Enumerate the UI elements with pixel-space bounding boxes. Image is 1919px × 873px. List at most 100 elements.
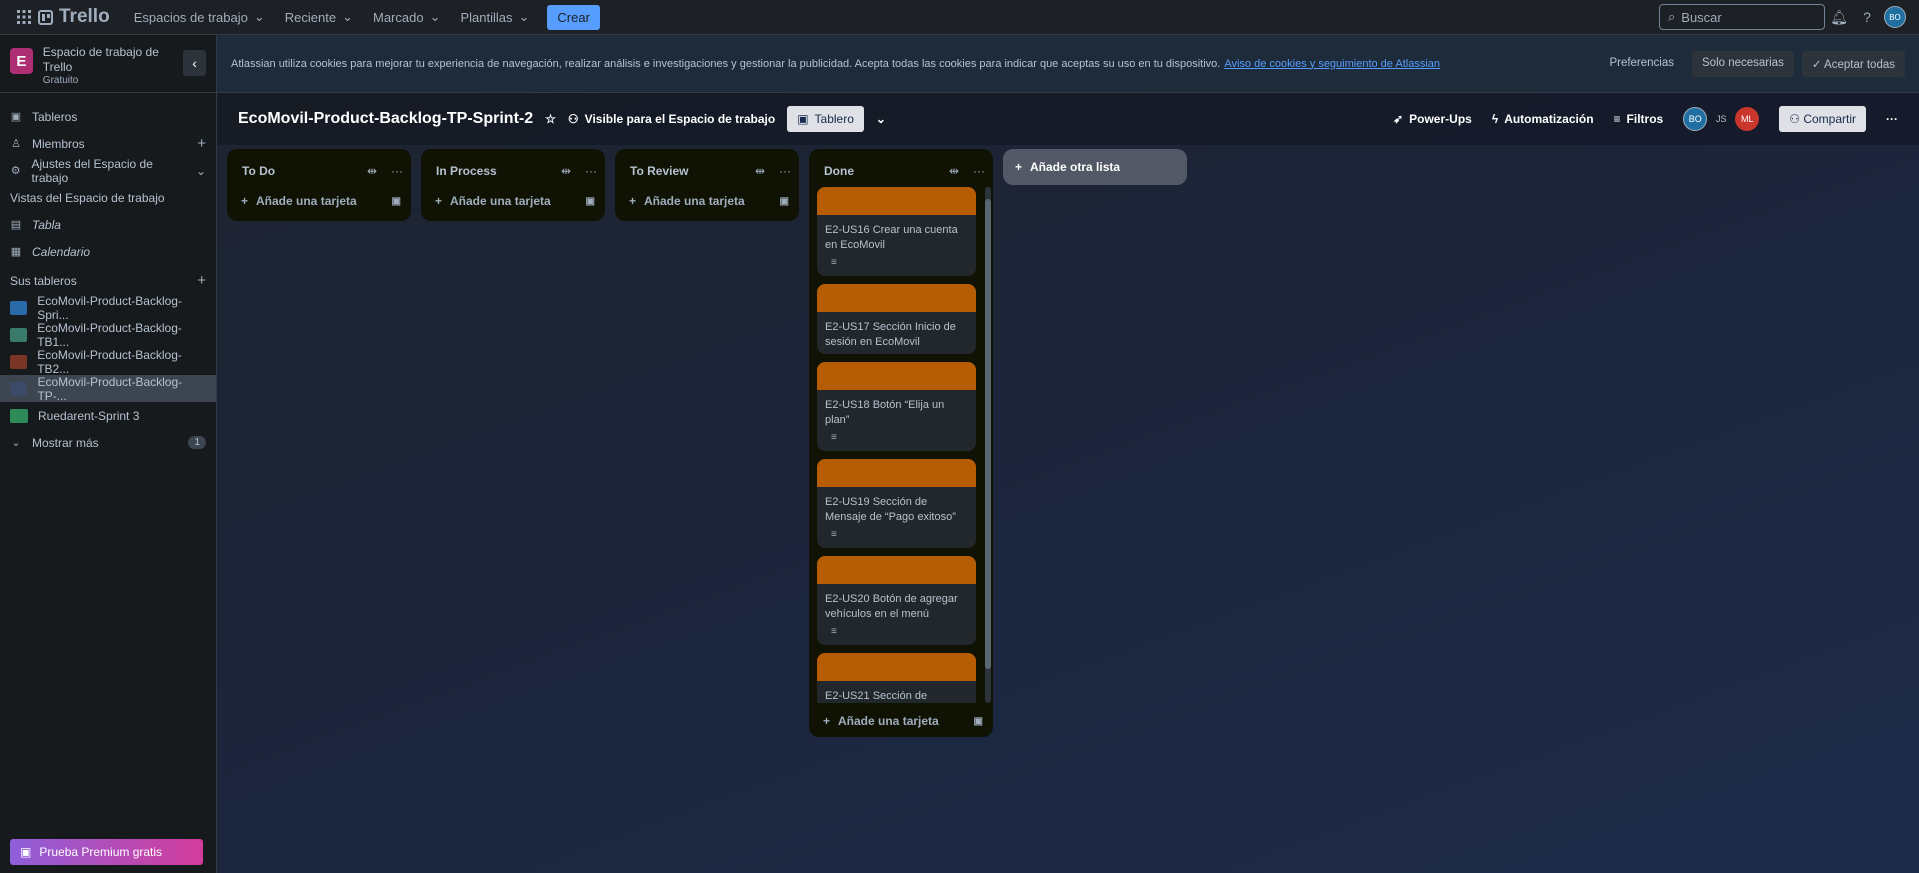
cookie-preferences-button[interactable]: Preferencias (1599, 51, 1684, 77)
cookie-text: Atlassian utiliza cookies para mejorar t… (231, 57, 1221, 70)
collapse-list-icon[interactable]: ⇹ (949, 164, 959, 178)
share-button[interactable]: ⚇ Compartir (1779, 106, 1866, 132)
trello-logo-icon (38, 9, 53, 25)
app-switcher-icon[interactable] (10, 3, 38, 31)
member-avatar[interactable]: ML (1735, 107, 1760, 131)
people-icon: ⚇ (567, 112, 579, 126)
filters-button[interactable]: ≡ Filtros (1614, 112, 1664, 126)
menu-workspaces[interactable]: Espacios de trabajo ⌄ (124, 4, 275, 30)
gear-icon: ⚙ (10, 165, 21, 177)
board-header: EcoMovil-Product-Backlog-TP-Sprint-2 ☆ ⚇… (217, 93, 1919, 145)
search-input[interactable]: ⌕ Buscar (1659, 4, 1825, 30)
visibility-button[interactable]: ⚇ Visible para el Espacio de trabajo (568, 112, 775, 126)
cookie-banner: Atlassian utiliza cookies para mejorar t… (217, 35, 1919, 93)
collapse-sidebar-button[interactable]: ‹ (183, 50, 207, 76)
card[interactable]: E2-US19 Sección de Mensaje de “Pago exit… (817, 459, 976, 548)
collapse-list-icon[interactable]: ⇹ (755, 164, 765, 178)
plus-icon: + (241, 194, 249, 208)
sidebar-board-item[interactable]: EcoMovil-Product-Backlog-Spri... (0, 294, 216, 322)
board-title[interactable]: EcoMovil-Product-Backlog-TP-Sprint-2 (238, 110, 533, 128)
sidebar-board-item[interactable]: EcoMovil-Product-Backlog-TB1... (0, 321, 216, 349)
sidebar-item-table[interactable]: ▤ Tabla (0, 211, 216, 238)
card-title: E2-US16 Crear una cuenta en EcoMovil (825, 224, 958, 251)
cookie-policy-link[interactable]: Aviso de cookies y seguimiento de Atlass… (1224, 58, 1440, 70)
card[interactable]: E2-US18 Botón “Elija un plan” ≡ (817, 362, 976, 451)
list-done: Done ⇹ ··· E2-US16 Crear una cuenta en Ec… (809, 149, 993, 737)
more-horizontal-icon: ··· (1886, 112, 1898, 126)
card-cover (817, 187, 976, 215)
workspace-logo: E (10, 48, 33, 74)
filter-icon: ≡ (1613, 112, 1621, 126)
sidebar-board-item-active[interactable]: EcoMovil-Product-Backlog-TP-... (0, 375, 216, 403)
member-avatar[interactable]: BO (1683, 107, 1708, 131)
list-header[interactable]: Done ⇹ ··· (809, 155, 993, 187)
cookie-necessary-button[interactable]: Solo necesarias (1692, 50, 1794, 77)
list-header[interactable]: To Review ⇹ ··· (615, 155, 799, 187)
list-scrollbar[interactable] (985, 187, 991, 703)
list-menu-icon[interactable]: ··· (585, 164, 597, 178)
star-button[interactable]: ☆ (545, 112, 556, 126)
sidebar-board-item[interactable]: EcoMovil-Product-Backlog-TB2... (0, 348, 216, 376)
notifications-bell-icon[interactable]: 🔔︎ (1825, 3, 1853, 31)
template-icon[interactable]: ▣ (392, 196, 401, 207)
views-dropdown[interactable]: ⌄ (876, 112, 886, 126)
card[interactable]: E2-US20 Botón de agregar vehículos en el… (817, 556, 976, 645)
automation-button[interactable]: ϟ Automatización (1492, 112, 1594, 126)
sidebar-board-item[interactable]: Ruedarent-Sprint 3 (0, 402, 216, 429)
list-menu-icon[interactable]: ··· (779, 164, 791, 178)
add-card-button[interactable]: + Añade una tarjeta ▣ (227, 187, 411, 215)
member-avatar[interactable]: JS (1709, 107, 1733, 131)
add-member-icon[interactable]: + (197, 135, 206, 152)
board-menu-button[interactable]: ··· (1886, 112, 1898, 126)
add-list-button[interactable]: + Añade otra lista (1003, 149, 1187, 185)
collapse-list-icon[interactable]: ⇹ (561, 164, 571, 178)
menu-templates[interactable]: Plantillas ⌄ (450, 4, 539, 30)
card[interactable]: E2-US17 Sección Inicio de sesión en EcoM… (817, 284, 976, 354)
card-title: E2-US19 Sección de Mensaje de “Pago exit… (825, 496, 956, 523)
cookie-accept-button[interactable]: ✓ Aceptar todas (1801, 50, 1905, 77)
create-button[interactable]: Crear (547, 4, 600, 30)
show-more-boards[interactable]: ⌄ Mostrar más 1 (0, 429, 216, 456)
boards-heading: Sus tableros + (10, 272, 206, 289)
board-thumbnail (10, 381, 28, 396)
list-menu-icon[interactable]: ··· (973, 164, 985, 178)
list-in-process: In Process ⇹ ··· + Añade una tarjeta ▣ (421, 149, 605, 221)
add-card-button[interactable]: + Añade una tarjeta ▣ (615, 187, 799, 215)
collapse-list-icon[interactable]: ⇹ (367, 164, 377, 178)
help-icon[interactable]: ? (1853, 3, 1881, 31)
board-view-button[interactable]: ▣ Tablero (787, 106, 864, 132)
add-card-button[interactable]: + Añade una tarjeta ▣ (421, 187, 605, 215)
card[interactable]: E2-US16 Crear una cuenta en EcoMovil ≡ (817, 187, 976, 276)
card[interactable]: E2-US21 Sección de Historial de Vehículo… (817, 653, 976, 703)
workspace-name[interactable]: Espacio de trabajo de Trello (43, 45, 173, 75)
template-icon[interactable]: ▣ (780, 196, 789, 207)
premium-trial-button[interactable]: ▣ Prueba Premium gratis (10, 839, 203, 865)
sidebar-item-settings[interactable]: ⚙ Ajustes del Espacio de trabajo ⌄ (0, 157, 216, 185)
lightning-icon: ϟ (1491, 112, 1499, 126)
template-icon[interactable]: ▣ (586, 196, 595, 207)
list-menu-icon[interactable]: ··· (391, 164, 403, 178)
plus-icon: + (435, 194, 443, 208)
table-icon: ▤ (10, 219, 22, 231)
list-header[interactable]: In Process ⇹ ··· (421, 155, 605, 187)
sidebar-item-members[interactable]: ♙ Miembros + (0, 130, 216, 157)
chevron-down-icon: ⌄ (429, 9, 441, 24)
sidebar-item-boards[interactable]: ▣ Tableros (0, 103, 216, 130)
menu-starred[interactable]: Marcado ⌄ (363, 4, 450, 30)
add-card-button[interactable]: + Añade una tarjeta ▣ (809, 707, 993, 735)
list-header[interactable]: To Do ⇹ ··· (227, 155, 411, 187)
sidebar-item-calendar[interactable]: ▦ Calendario (0, 238, 216, 265)
description-icon: ≡ (831, 432, 837, 443)
search-icon: ⌕ (1668, 9, 1676, 24)
scrollbar-thumb[interactable] (985, 199, 991, 669)
menu-recent[interactable]: Reciente ⌄ (275, 4, 363, 30)
board-members: BO JS ML (1683, 107, 1760, 131)
chevron-down-icon: ⌄ (342, 9, 353, 24)
powerups-button[interactable]: ➶ Power-Ups (1393, 112, 1472, 126)
account-menu[interactable]: BO (1881, 3, 1909, 31)
trello-logo[interactable]: Trello (38, 6, 110, 28)
template-icon[interactable]: ▣ (974, 716, 983, 727)
add-board-icon[interactable]: + (197, 272, 206, 289)
plus-icon: + (629, 194, 637, 208)
card-list: E2-US16 Crear una cuenta en EcoMovil ≡ E… (809, 187, 993, 703)
